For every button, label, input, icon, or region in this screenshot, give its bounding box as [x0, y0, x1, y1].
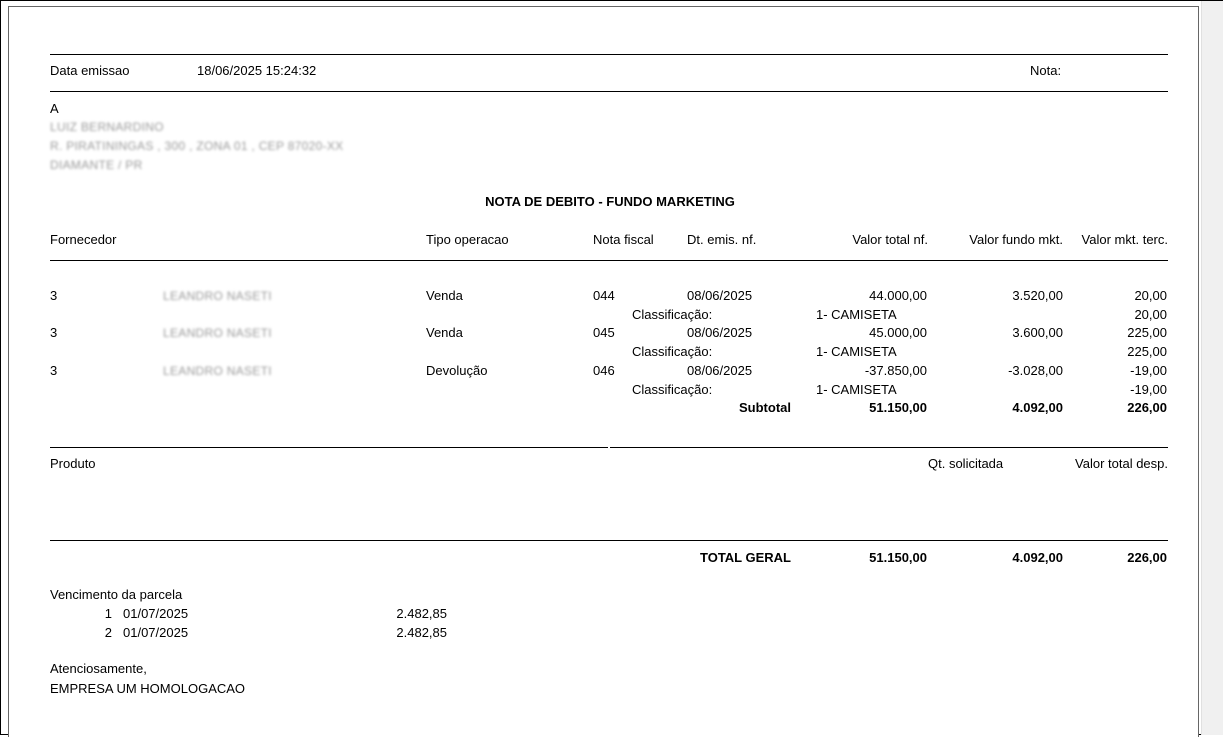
col-header-valor-total: Valor total nf. — [852, 232, 928, 247]
row2-tipo: Venda — [426, 325, 463, 340]
row3-valor-fundo: -3.028,00 — [1008, 363, 1063, 378]
subtotal-valor-total: 51.150,00 — [869, 400, 927, 415]
row3-class-label: Classificação: — [632, 382, 713, 397]
row2-code: 3 — [50, 325, 58, 340]
table-header-rule — [50, 260, 1168, 261]
col-header-valor-fundo: Valor fundo mkt. — [969, 232, 1063, 247]
row3-nota: 046 — [593, 363, 615, 378]
row3-code: 3 — [50, 363, 58, 378]
total-geral-valor-fundo: 4.092,00 — [1012, 550, 1063, 565]
row2-supplier-name: LEANDRO NASETI — [163, 326, 272, 340]
row3-supplier-name: LEANDRO NASETI — [163, 364, 272, 378]
recipient-name: LUIZ BERNARDINO — [50, 120, 164, 134]
row2-class-terc: 225,00 — [1127, 344, 1167, 359]
col-header-fornecedor: Fornecedor — [50, 232, 117, 247]
row2-class-value: 1- CAMISETA — [816, 344, 897, 359]
qt-solicitada-header: Qt. solicitada — [928, 456, 1004, 471]
parcela2-value: 2.482,85 — [396, 625, 447, 640]
row1-valor-total: 44.000,00 — [869, 288, 927, 303]
data-emissao-label: Data emissao — [50, 63, 130, 78]
row1-nota: 044 — [593, 288, 615, 303]
row1-class-terc: 20,00 — [1134, 307, 1167, 322]
valor-total-desp-header: Valor total desp. — [1075, 456, 1168, 471]
row1-class-value: 1- CAMISETA — [816, 307, 897, 322]
row3-tipo: Devolução — [426, 363, 488, 378]
row1-valor-fundo: 3.520,00 — [1012, 288, 1063, 303]
row1-code: 3 — [50, 288, 58, 303]
company-name: EMPRESA UM HOMOLOGACAO — [50, 681, 246, 696]
produto-rule-left — [50, 447, 608, 448]
row3-class-value: 1- CAMISETA — [816, 382, 897, 397]
total-geral-valor-total: 51.150,00 — [869, 550, 927, 565]
header-bottom-rule — [50, 91, 1168, 92]
row2-valor-fundo: 3.600,00 — [1012, 325, 1063, 340]
parcela1-num: 1 — [104, 606, 112, 621]
row1-supplier-name: LEANDRO NASETI — [163, 289, 272, 303]
col-header-tipo: Tipo operacao — [426, 232, 509, 247]
row3-valor-total: -37.850,00 — [864, 363, 927, 378]
subtotal-valor-fundo: 4.092,00 — [1012, 400, 1063, 415]
vencimento-label: Vencimento da parcela — [50, 587, 183, 602]
parcela2-date: 01/07/2025 — [123, 625, 189, 640]
row1-valor-terc: 20,00 — [1134, 288, 1167, 303]
col-header-valor-terc: Valor mkt. terc. — [1081, 232, 1168, 247]
row2-dt: 08/06/2025 — [687, 325, 753, 340]
nota-label: Nota: — [1030, 63, 1062, 78]
row1-tipo: Venda — [426, 288, 463, 303]
data-emissao-value: 18/06/2025 15:24:32 — [197, 63, 317, 78]
produto-header: Produto — [50, 456, 96, 471]
total-geral-valor-terc: 226,00 — [1127, 550, 1167, 565]
produto-rule-right — [610, 447, 1168, 448]
total-geral-rule — [50, 540, 1168, 541]
row2-class-label: Classificação: — [632, 344, 713, 359]
recipient-to-label: A — [50, 101, 59, 116]
row2-valor-total: 45.000,00 — [869, 325, 927, 340]
document-title: NOTA DE DEBITO - FUNDO MARKETING — [485, 194, 735, 209]
col-header-dt: Dt. emis. nf. — [687, 232, 757, 247]
parcela1-date: 01/07/2025 — [123, 606, 189, 621]
row1-dt: 08/06/2025 — [687, 288, 753, 303]
row2-nota: 045 — [593, 325, 615, 340]
header-top-rule — [50, 54, 1168, 55]
subtotal-valor-terc: 226,00 — [1127, 400, 1167, 415]
greeting: Atenciosamente, — [50, 661, 147, 676]
row3-class-terc: -19,00 — [1130, 382, 1167, 397]
row2-valor-terc: 225,00 — [1127, 325, 1167, 340]
row3-dt: 08/06/2025 — [687, 363, 753, 378]
subtotal-label: Subtotal — [739, 400, 791, 415]
col-header-nota: Nota fiscal — [593, 232, 654, 247]
parcela1-value: 2.482,85 — [396, 606, 447, 621]
recipient-address: R. PIRATININGAS , 300 , ZONA 01 , CEP 87… — [50, 139, 344, 153]
total-geral-label: TOTAL GERAL — [700, 550, 791, 565]
recipient-city: DIAMANTE / PR — [50, 158, 143, 172]
row3-valor-terc: -19,00 — [1130, 363, 1167, 378]
vertical-scrollbar[interactable] — [1201, 1, 1223, 735]
parcela2-num: 2 — [104, 625, 112, 640]
row1-class-label: Classificação: — [632, 307, 713, 322]
